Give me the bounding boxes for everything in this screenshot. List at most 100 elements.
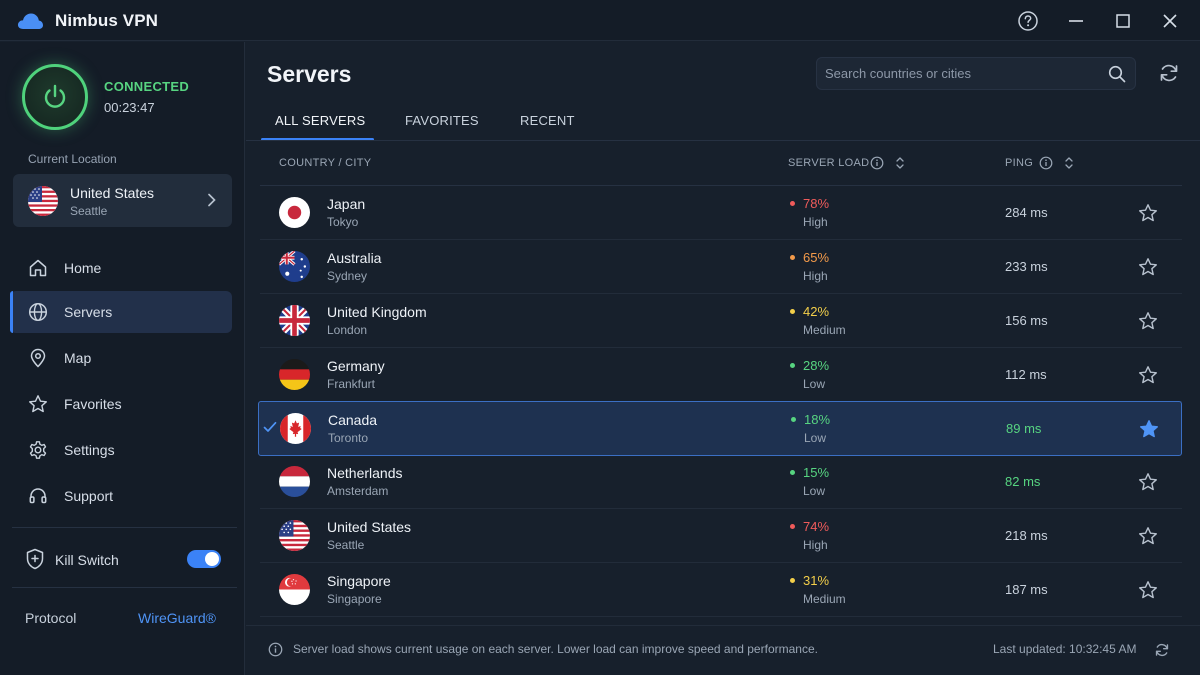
help-button[interactable]	[1015, 8, 1041, 34]
last-updated-text: Last updated: 10:32:45 AM	[993, 642, 1137, 656]
close-button[interactable]	[1157, 8, 1183, 34]
load-dot	[790, 255, 795, 260]
checkmark-icon	[263, 421, 277, 432]
minimize-button[interactable]	[1063, 8, 1089, 34]
server-load: 28%	[803, 358, 830, 373]
table-row[interactable]: Singapore Singapore 31% Medium 187 ms	[260, 563, 1182, 617]
server-load-level: Medium	[803, 592, 846, 606]
server-ping: 82 ms	[1005, 474, 1041, 489]
footer-divider	[246, 625, 1200, 626]
kill-switch-toggle[interactable]	[187, 550, 221, 568]
server-load-level: High	[803, 215, 828, 229]
table-row[interactable]: Australia Sydney 65% High 233 ms	[260, 240, 1182, 294]
favorite-star-icon[interactable]	[1138, 311, 1158, 331]
tabs-divider	[246, 140, 1200, 141]
column-header-country[interactable]: COUNTRY / CITY	[279, 157, 371, 169]
info-icon[interactable]	[870, 156, 884, 170]
load-dot	[791, 417, 796, 422]
server-load: 78%	[803, 196, 830, 211]
power-button[interactable]	[22, 64, 88, 130]
server-city: Tokyo	[327, 215, 359, 229]
gear-icon	[29, 441, 47, 459]
sort-icon[interactable]	[1063, 156, 1075, 170]
australia-flag-icon	[279, 251, 310, 282]
server-country: Canada	[328, 412, 378, 428]
favorite-star-icon[interactable]	[1138, 526, 1158, 546]
sidebar-divider	[12, 587, 237, 588]
server-ping: 89 ms	[1006, 421, 1042, 436]
sidebar-item-settings[interactable]: Settings	[10, 429, 232, 471]
sidebar-item-servers[interactable]: Servers	[10, 291, 232, 333]
favorite-star-icon[interactable]	[1138, 365, 1158, 385]
server-load-level: Low	[804, 431, 827, 445]
sidebar-divider	[12, 527, 237, 528]
table-row[interactable]: United Kingdom London 42% Medium 156 ms	[260, 294, 1182, 348]
info-icon[interactable]	[1039, 156, 1053, 170]
protocol-value-link[interactable]: WireGuard®	[138, 610, 216, 626]
japan-flag-icon	[279, 197, 310, 228]
server-city: Toronto	[328, 431, 369, 445]
load-dot	[790, 363, 795, 368]
minimize-icon	[1069, 20, 1083, 22]
connection-status: CONNECTED	[104, 79, 190, 94]
server-city: London	[327, 323, 368, 337]
sidebar-item-home[interactable]: Home	[10, 247, 232, 289]
germany-flag-icon	[279, 359, 310, 390]
favorite-star-icon[interactable]	[1138, 580, 1158, 600]
refresh-icon[interactable]	[1158, 62, 1180, 84]
help-icon	[1018, 11, 1038, 31]
search-input[interactable]	[817, 58, 1107, 89]
table-row[interactable]: Netherlands Amsterdam 15% Low 82 ms	[260, 455, 1182, 509]
sidebar-item-support[interactable]: Support	[10, 475, 232, 517]
headset-icon	[29, 488, 47, 504]
column-header-ping[interactable]: PING	[1005, 157, 1033, 169]
favorite-star-icon[interactable]	[1138, 472, 1158, 492]
server-load: 15%	[803, 465, 830, 480]
refresh-icon[interactable]	[1154, 642, 1170, 658]
server-load: 74%	[803, 519, 830, 534]
current-location-card[interactable]: United States Seattle	[13, 174, 232, 227]
current-location-country: United States	[70, 185, 155, 201]
title-bar: Nimbus VPN	[0, 0, 1200, 41]
load-dot	[790, 309, 795, 314]
server-ping: 112 ms	[1005, 367, 1047, 382]
server-ping: 218 ms	[1005, 528, 1048, 543]
server-ping: 156 ms	[1005, 313, 1048, 328]
info-icon	[268, 642, 283, 657]
tab-favorites[interactable]: FAVORITES	[405, 113, 479, 128]
load-dot	[790, 578, 795, 583]
table-row-selected[interactable]: Canada Toronto 18% Low 89 ms	[258, 401, 1182, 456]
globe-icon	[28, 302, 48, 322]
home-icon	[29, 259, 47, 277]
server-country: Singapore	[327, 573, 391, 589]
sidebar-item-favorites[interactable]: Favorites	[10, 383, 232, 425]
table-row[interactable]: Germany Frankfurt 28% Low 112 ms	[260, 348, 1182, 402]
maximize-button[interactable]	[1110, 8, 1136, 34]
favorite-star-filled-icon[interactable]	[1139, 419, 1159, 439]
table-row[interactable]: Japan Tokyo 78% High 284 ms	[260, 186, 1182, 240]
current-location-city: Seattle	[70, 204, 108, 218]
server-load-level: Medium	[803, 323, 846, 337]
sort-icon[interactable]	[894, 156, 906, 170]
search-icon[interactable]	[1108, 65, 1126, 83]
server-load: 65%	[803, 250, 830, 265]
sidebar-item-map[interactable]: Map	[10, 337, 232, 379]
current-location-label: Current Location	[28, 152, 117, 166]
server-country: Australia	[327, 250, 382, 266]
favorite-star-icon[interactable]	[1138, 257, 1158, 277]
canada-flag-icon	[280, 413, 311, 444]
table-row[interactable]: United States Seattle 74% High 218 ms	[260, 509, 1182, 563]
app-title: Nimbus VPN	[55, 11, 159, 30]
sidebar-item-label: Map	[64, 350, 92, 366]
maximize-icon	[1116, 14, 1130, 28]
tab-recent[interactable]: RECENT	[520, 113, 575, 128]
close-icon	[1163, 14, 1177, 28]
server-ping: 233 ms	[1005, 259, 1048, 274]
server-city: Sydney	[327, 269, 368, 283]
favorite-star-icon[interactable]	[1138, 203, 1158, 223]
star-icon	[29, 395, 47, 413]
server-load: 18%	[804, 412, 831, 427]
sidebar-item-label: Favorites	[64, 396, 122, 412]
column-header-load[interactable]: SERVER LOAD	[788, 157, 869, 169]
tab-all-servers[interactable]: ALL SERVERS	[275, 113, 365, 128]
